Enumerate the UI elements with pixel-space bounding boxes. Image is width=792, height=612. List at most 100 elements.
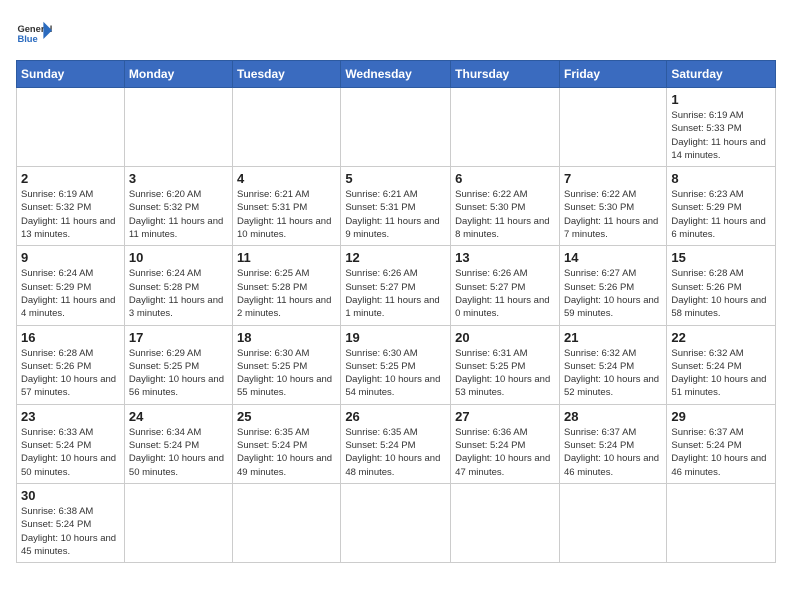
day-cell: 12 Sunrise: 6:26 AMSunset: 5:27 PMDayligh… [341, 246, 451, 325]
day-cell: 29 Sunrise: 6:37 AMSunset: 5:24 PMDayligh… [667, 404, 776, 483]
day-cell: 17 Sunrise: 6:29 AMSunset: 5:25 PMDayligh… [124, 325, 232, 404]
day-cell: 27 Sunrise: 6:36 AMSunset: 5:24 PMDayligh… [451, 404, 560, 483]
day-info: Sunrise: 6:29 AMSunset: 5:25 PMDaylight:… [129, 347, 228, 400]
day-cell: 13 Sunrise: 6:26 AMSunset: 5:27 PMDayligh… [451, 246, 560, 325]
day-number: 5 [345, 171, 446, 186]
day-cell: 11Sunrise: 6:25 AMSunset: 5:28 PMDayligh… [233, 246, 341, 325]
day-cell [341, 88, 451, 167]
day-cell [451, 88, 560, 167]
day-number: 22 [671, 330, 771, 345]
day-number: 26 [345, 409, 446, 424]
day-info: Sunrise: 6:35 AMSunset: 5:24 PMDaylight:… [345, 426, 446, 479]
logo-icon: General Blue [16, 16, 52, 52]
day-cell: 21 Sunrise: 6:32 AMSunset: 5:24 PMDayligh… [559, 325, 666, 404]
day-number: 24 [129, 409, 228, 424]
day-info: Sunrise: 6:22 AMSunset: 5:30 PMDaylight:… [455, 188, 555, 241]
week-row-4: 23Sunrise: 6:33 AMSunset: 5:24 PMDayligh… [17, 404, 776, 483]
day-number: 12 [345, 250, 446, 265]
week-row-1: 2Sunrise: 6:19 AMSunset: 5:32 PMDaylight… [17, 167, 776, 246]
day-number: 25 [237, 409, 336, 424]
day-number: 18 [237, 330, 336, 345]
day-cell: 7Sunrise: 6:22 AMSunset: 5:30 PMDaylight… [559, 167, 666, 246]
day-number: 16 [21, 330, 120, 345]
day-cell: 5 Sunrise: 6:21 AMSunset: 5:31 PMDaylight… [341, 167, 451, 246]
day-cell: 23Sunrise: 6:33 AMSunset: 5:24 PMDayligh… [17, 404, 125, 483]
day-cell: 9Sunrise: 6:24 AMSunset: 5:29 PMDaylight… [17, 246, 125, 325]
header: General Blue [16, 16, 776, 52]
day-cell: 20Sunrise: 6:31 AMSunset: 5:25 PMDayligh… [451, 325, 560, 404]
day-header-thursday: Thursday [451, 61, 560, 88]
day-info: Sunrise: 6:25 AMSunset: 5:28 PMDaylight:… [237, 267, 336, 320]
day-number: 28 [564, 409, 662, 424]
day-cell [233, 88, 341, 167]
day-number: 20 [455, 330, 555, 345]
day-cell: 15 Sunrise: 6:28 AMSunset: 5:26 PMDayligh… [667, 246, 776, 325]
week-row-5: 30Sunrise: 6:38 AMSunset: 5:24 PMDayligh… [17, 483, 776, 562]
day-number: 10 [129, 250, 228, 265]
day-info: Sunrise: 6:24 AMSunset: 5:29 PMDaylight:… [21, 267, 120, 320]
day-cell: 2Sunrise: 6:19 AMSunset: 5:32 PMDaylight… [17, 167, 125, 246]
day-info: Sunrise: 6:30 AMSunset: 5:25 PMDaylight:… [237, 347, 336, 400]
day-info: Sunrise: 6:36 AMSunset: 5:24 PMDaylight:… [455, 426, 555, 479]
day-cell: 30Sunrise: 6:38 AMSunset: 5:24 PMDayligh… [17, 483, 125, 562]
day-number: 21 [564, 330, 662, 345]
day-cell: 22 Sunrise: 6:32 AMSunset: 5:24 PMDayligh… [667, 325, 776, 404]
day-number: 19 [345, 330, 446, 345]
day-number: 6 [455, 171, 555, 186]
day-cell: 19 Sunrise: 6:30 AMSunset: 5:25 PMDayligh… [341, 325, 451, 404]
day-number: 27 [455, 409, 555, 424]
day-info: Sunrise: 6:21 AMSunset: 5:31 PMDaylight:… [237, 188, 336, 241]
day-header-monday: Monday [124, 61, 232, 88]
day-info: Sunrise: 6:34 AMSunset: 5:24 PMDaylight:… [129, 426, 228, 479]
day-number: 15 [671, 250, 771, 265]
day-cell: 14 Sunrise: 6:27 AMSunset: 5:26 PMDayligh… [559, 246, 666, 325]
day-info: Sunrise: 6:37 AMSunset: 5:24 PMDaylight:… [671, 426, 771, 479]
day-info: Sunrise: 6:32 AMSunset: 5:24 PMDaylight:… [564, 347, 662, 400]
day-cell [341, 483, 451, 562]
day-number: 13 [455, 250, 555, 265]
week-row-0: 1Sunrise: 6:19 AMSunset: 5:33 PMDaylight… [17, 88, 776, 167]
day-header-friday: Friday [559, 61, 666, 88]
day-cell [233, 483, 341, 562]
day-header-tuesday: Tuesday [233, 61, 341, 88]
day-cell [559, 483, 666, 562]
day-info: Sunrise: 6:30 AMSunset: 5:25 PMDaylight:… [345, 347, 446, 400]
day-info: Sunrise: 6:38 AMSunset: 5:24 PMDaylight:… [21, 505, 120, 558]
day-cell: 3Sunrise: 6:20 AMSunset: 5:32 PMDaylight… [124, 167, 232, 246]
day-cell: 26 Sunrise: 6:35 AMSunset: 5:24 PMDayligh… [341, 404, 451, 483]
day-cell: 16 Sunrise: 6:28 AMSunset: 5:26 PMDayligh… [17, 325, 125, 404]
day-info: Sunrise: 6:20 AMSunset: 5:32 PMDaylight:… [129, 188, 228, 241]
svg-text:Blue: Blue [17, 34, 37, 44]
day-info: Sunrise: 6:37 AMSunset: 5:24 PMDaylight:… [564, 426, 662, 479]
day-header-sunday: Sunday [17, 61, 125, 88]
day-cell: 4 Sunrise: 6:21 AMSunset: 5:31 PMDaylight… [233, 167, 341, 246]
day-cell [124, 88, 232, 167]
day-cell: 1Sunrise: 6:19 AMSunset: 5:33 PMDaylight… [667, 88, 776, 167]
day-info: Sunrise: 6:28 AMSunset: 5:26 PMDaylight:… [671, 267, 771, 320]
day-header-saturday: Saturday [667, 61, 776, 88]
day-info: Sunrise: 6:26 AMSunset: 5:27 PMDaylight:… [455, 267, 555, 320]
day-number: 23 [21, 409, 120, 424]
day-info: Sunrise: 6:22 AMSunset: 5:30 PMDaylight:… [564, 188, 662, 241]
day-cell: 6 Sunrise: 6:22 AMSunset: 5:30 PMDaylight… [451, 167, 560, 246]
day-cell: 18 Sunrise: 6:30 AMSunset: 5:25 PMDayligh… [233, 325, 341, 404]
day-cell: 24 Sunrise: 6:34 AMSunset: 5:24 PMDayligh… [124, 404, 232, 483]
day-cell: 28 Sunrise: 6:37 AMSunset: 5:24 PMDayligh… [559, 404, 666, 483]
day-info: Sunrise: 6:26 AMSunset: 5:27 PMDaylight:… [345, 267, 446, 320]
day-info: Sunrise: 6:28 AMSunset: 5:26 PMDaylight:… [21, 347, 120, 400]
day-header-wednesday: Wednesday [341, 61, 451, 88]
day-number: 29 [671, 409, 771, 424]
day-info: Sunrise: 6:24 AMSunset: 5:28 PMDaylight:… [129, 267, 228, 320]
day-cell [451, 483, 560, 562]
calendar-table: SundayMondayTuesdayWednesdayThursdayFrid… [16, 60, 776, 563]
day-number: 4 [237, 171, 336, 186]
day-cell [17, 88, 125, 167]
day-info: Sunrise: 6:21 AMSunset: 5:31 PMDaylight:… [345, 188, 446, 241]
day-number: 17 [129, 330, 228, 345]
day-cell: 25Sunrise: 6:35 AMSunset: 5:24 PMDayligh… [233, 404, 341, 483]
day-cell [124, 483, 232, 562]
day-number: 14 [564, 250, 662, 265]
day-info: Sunrise: 6:32 AMSunset: 5:24 PMDaylight:… [671, 347, 771, 400]
day-info: Sunrise: 6:19 AMSunset: 5:33 PMDaylight:… [671, 109, 771, 162]
day-info: Sunrise: 6:27 AMSunset: 5:26 PMDaylight:… [564, 267, 662, 320]
